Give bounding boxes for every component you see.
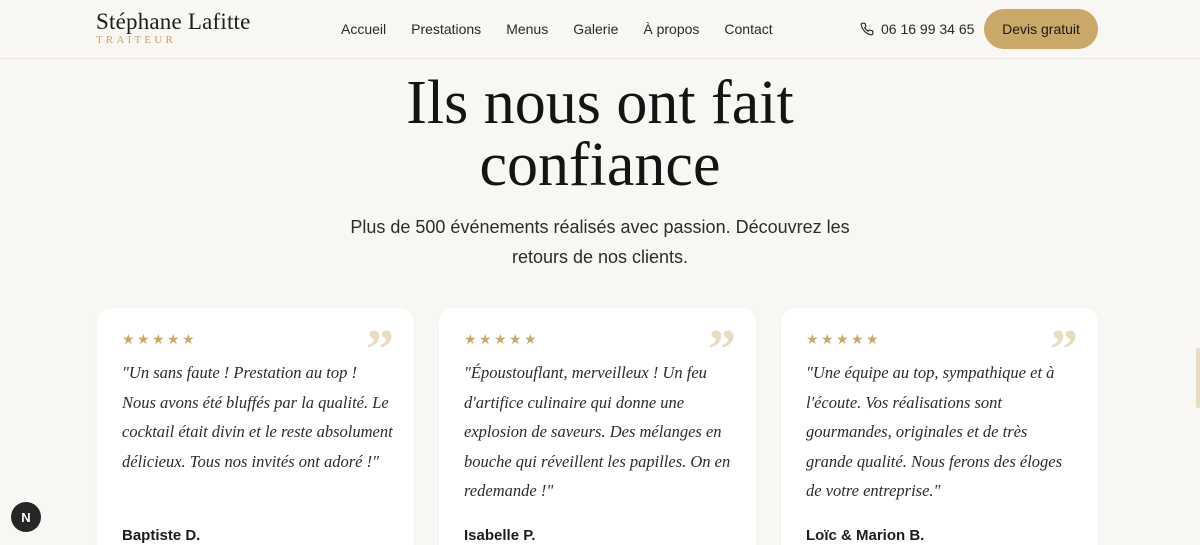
nav-galerie[interactable]: Galerie [573, 20, 618, 38]
testimonial-card: ★ ★ ★ ★ ★ ” "Époustouflant, merveilleux … [439, 308, 756, 545]
testimonial-quote: "Époustouflant, merveilleux ! Un feu d'a… [464, 363, 731, 501]
page-subtitle: Plus de 500 événements réalisés avec pas… [350, 217, 850, 267]
testimonial-card: ★ ★ ★ ★ ★ ” "Un sans faute ! Prestation … [97, 308, 414, 545]
star-icon: ★ [866, 331, 879, 347]
star-icon: ★ [806, 331, 819, 347]
main-nav: Accueil Prestations Menus Galerie À prop… [341, 20, 798, 38]
star-icon: ★ [479, 331, 492, 347]
logo-subtitle: TRAITEUR [96, 34, 176, 46]
star-icon: ★ [464, 331, 477, 347]
nav-prestations[interactable]: Prestations [411, 20, 481, 38]
phone-link[interactable]: 06 16 99 34 65 [860, 20, 974, 38]
testimonial-card: ★ ★ ★ ★ ★ ” "Une équipe au top, sympathi… [781, 308, 1098, 545]
site-header: Stéphane Lafitte TRAITEUR Accueil Presta… [0, 0, 1200, 59]
star-rating: ★ ★ ★ ★ ★ [806, 331, 879, 347]
quote-request-button[interactable]: Devis gratuit [984, 9, 1098, 49]
logo[interactable]: Stéphane Lafitte TRAITEUR [96, 9, 251, 47]
testimonial-quote: "Un sans faute ! Prestation au top ! Nou… [122, 363, 393, 471]
star-icon: ★ [494, 331, 507, 347]
nav-a-propos[interactable]: À propos [643, 20, 699, 38]
phone-number: 06 16 99 34 65 [881, 21, 975, 37]
edge-tab[interactable] [1196, 348, 1200, 408]
testimonial-author: Baptiste D. [122, 527, 201, 544]
page-title: Ils nous ont fait confiance [406, 69, 794, 199]
star-icon: ★ [122, 331, 135, 347]
star-icon: ★ [524, 331, 537, 347]
star-icon: ★ [851, 331, 864, 347]
nav-contact[interactable]: Contact [724, 20, 772, 38]
star-icon: ★ [137, 331, 150, 347]
star-icon: ★ [821, 331, 834, 347]
nav-menus[interactable]: Menus [506, 20, 548, 38]
star-rating: ★ ★ ★ ★ ★ [122, 331, 195, 347]
phone-icon [860, 22, 874, 36]
testimonial-quote: "Une équipe au top, sympathique et à l'é… [806, 363, 1063, 501]
star-icon: ★ [152, 331, 165, 347]
star-icon: ★ [836, 331, 849, 347]
star-icon: ★ [182, 331, 195, 347]
testimonial-author: Isabelle P. [464, 527, 536, 544]
testimonial-author: Loïc & Marion B. [806, 527, 925, 544]
dev-tools-badge[interactable]: N [11, 502, 41, 532]
nav-accueil[interactable]: Accueil [341, 20, 386, 38]
star-icon: ★ [509, 331, 522, 347]
star-icon: ★ [167, 331, 180, 347]
logo-name: Stéphane Lafitte [96, 9, 251, 34]
star-rating: ★ ★ ★ ★ ★ [464, 331, 537, 347]
